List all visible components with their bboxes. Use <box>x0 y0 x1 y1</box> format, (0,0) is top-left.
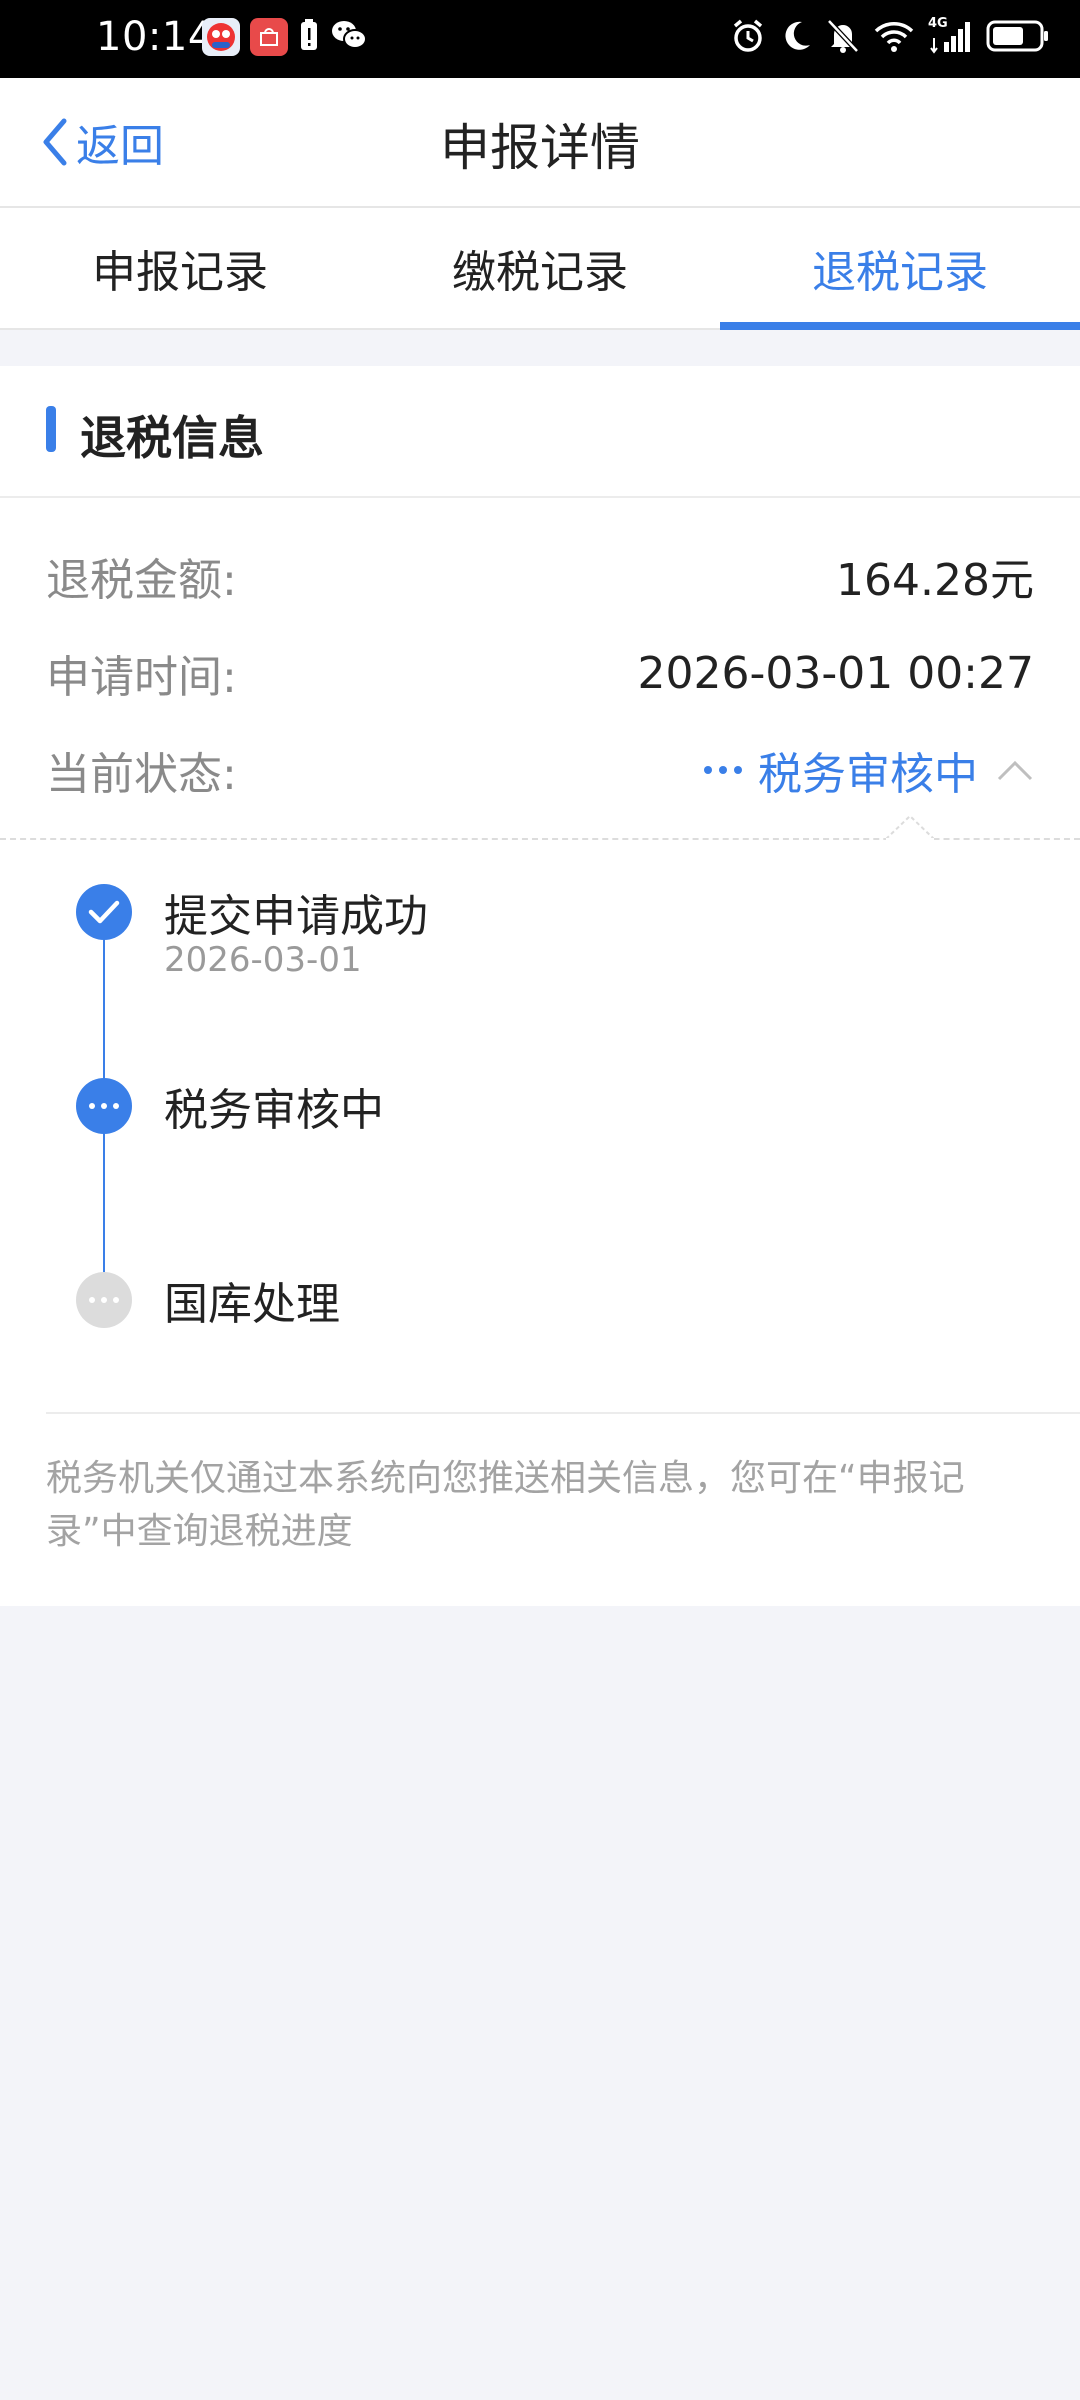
tab-label: 申报记录 <box>92 247 268 298</box>
timeline-step-title: 税务审核中 <box>164 1085 384 1136</box>
active-tab-indicator <box>720 322 1080 330</box>
timeline-step-title: 国库处理 <box>164 1279 340 1330</box>
page-title: 申报详情 <box>440 119 640 177</box>
current-status-label: 当前状态: <box>46 749 237 800</box>
wifi-icon <box>874 19 914 53</box>
timeline-step-title: 提交申请成功 <box>164 891 428 942</box>
refund-amount-row: 退税金额: 164.28元 <box>46 546 1034 606</box>
section-header: 退税信息 <box>0 366 1080 498</box>
more-dots-icon <box>89 1103 119 1109</box>
moon-icon <box>780 19 812 53</box>
wechat-icon <box>330 18 368 56</box>
more-dots-icon <box>704 766 742 774</box>
alarm-icon <box>730 18 766 54</box>
tab-bar: 申报记录 缴税记录 退税记录 <box>0 208 1080 330</box>
refund-info-card: 退税信息 退税金额: 164.28元 申请时间: 2026-03-01 00:2… <box>0 366 1080 1606</box>
status-toggle[interactable]: 税务审核中 <box>704 738 1034 802</box>
apply-time-label: 申请时间: <box>46 652 237 703</box>
timeline-node-pending <box>76 1272 132 1328</box>
huawei-store-icon <box>250 18 288 56</box>
tab-label: 缴税记录 <box>452 247 628 298</box>
refund-amount-value: 164.28元 <box>836 555 1034 606</box>
status-bar: 10:14 4G <box>0 0 1080 78</box>
card-divider <box>46 1412 1080 1414</box>
bell-off-icon <box>826 18 860 54</box>
tab-tax-refund-records[interactable]: 退税记录 <box>720 208 1080 330</box>
current-status-value: 税务审核中 <box>758 749 978 800</box>
system-icons: 4G <box>730 16 1050 54</box>
app-icon <box>202 18 240 56</box>
apply-time-row: 申请时间: 2026-03-01 00:27 <box>46 643 1035 704</box>
expand-notch <box>886 814 934 840</box>
timeline-step-date: 2026-03-01 <box>164 940 362 980</box>
nav-bar: 返回 申报详情 <box>0 78 1080 208</box>
more-dots-icon <box>89 1297 119 1303</box>
timeline-node-current <box>76 1078 132 1134</box>
timeline-node-done <box>76 884 132 940</box>
section-title: 退税信息 <box>80 411 264 465</box>
check-icon <box>88 900 120 924</box>
signal-icon: 4G <box>928 16 972 54</box>
refund-amount-label: 退税金额: <box>46 555 237 606</box>
section-accent-bar <box>46 406 56 452</box>
notification-icons <box>202 18 368 56</box>
status-time: 10:14 <box>96 14 214 60</box>
battery-alert-icon <box>298 18 320 56</box>
info-note: 税务机关仅通过本系统向您推送相关信息，您可在“申报记录”中查询退税进度 <box>46 1458 965 1552</box>
current-status-row: 当前状态: 税务审核中 <box>46 740 1034 800</box>
apply-time-value: 2026-03-01 00:27 <box>637 647 1035 699</box>
tab-tax-payment-records[interactable]: 缴税记录 <box>360 208 720 328</box>
chevron-up-icon <box>997 760 1033 781</box>
tab-declaration-records[interactable]: 申报记录 <box>0 208 360 328</box>
tab-label: 退税记录 <box>812 247 988 298</box>
battery-icon <box>986 19 1050 53</box>
